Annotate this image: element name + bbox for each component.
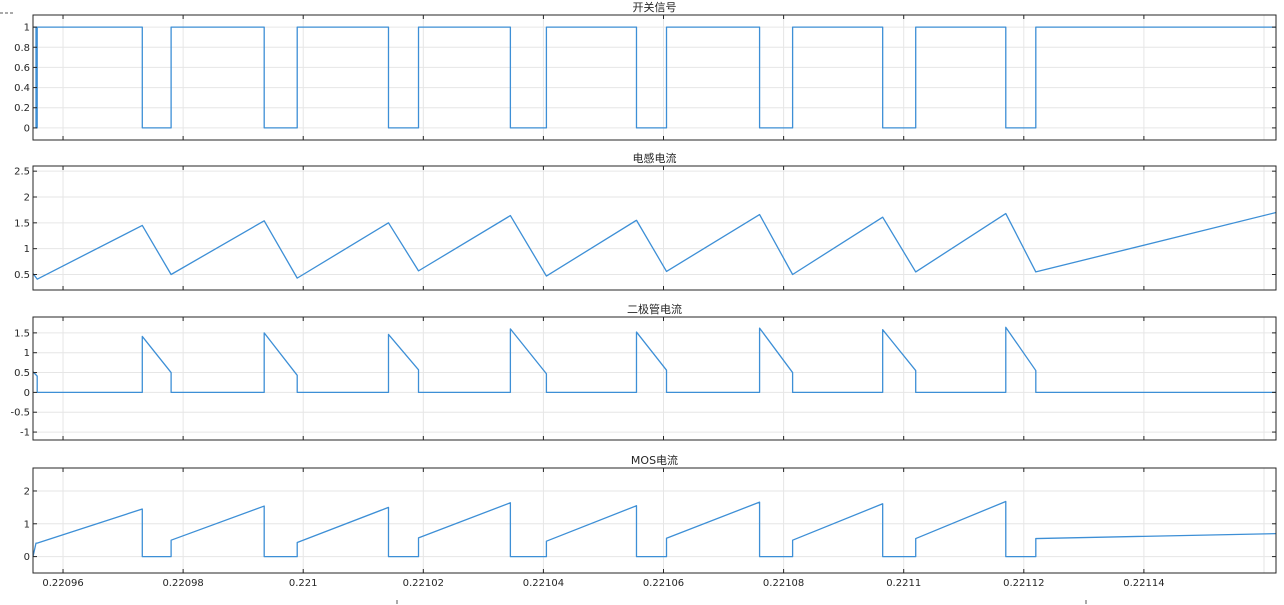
y-tick-label: 1.5 (14, 328, 30, 339)
y-tick-label: 1 (24, 348, 30, 359)
y-tick-label: 0.6 (14, 63, 30, 74)
x-tick-label: 0.22104 (523, 578, 564, 589)
subplot-title: 开关信号 (633, 0, 677, 14)
y-tick-label: 0 (24, 552, 30, 563)
subplot-2: 0.5 1 1.5 2 2.5 电感电流 (14, 151, 1277, 291)
x-tick-label: 0.22106 (643, 578, 684, 589)
y-tick-label: 0 (24, 388, 30, 399)
y-tick-label: 2 (24, 486, 30, 497)
x-tick-label: 0.22096 (42, 578, 83, 589)
x-tick-label: 0.22114 (1123, 578, 1164, 589)
x-tick-label: 0.22108 (763, 578, 804, 589)
x-tick-label: 0.22098 (162, 578, 203, 589)
y-tick-label: 0.2 (14, 103, 30, 114)
subplot-title: MOS电流 (631, 453, 678, 467)
subplot-3: -1 -0.5 0 0.5 1 1.5 二极管电流 (10, 302, 1277, 441)
y-tick-label: 1.5 (14, 218, 30, 229)
subplot-4: 0 1 2 MOS电流 0.22096 0.22098 0.221 0.22102 0.2210… (24, 453, 1277, 589)
y-tick-label: 0.5 (14, 368, 30, 379)
x-tick-label: 0.2211 (886, 578, 921, 589)
y-tick-label: 0.5 (14, 270, 30, 281)
figure: 0 0.2 0.4 0.6 0.8 1 开关信号 0.5 1 1.5 2 2.5 电感电流 -1 -0.5 0… (0, 0, 1277, 604)
x-tick-label: 0.221 (289, 578, 318, 589)
y-tick-label: 0 (24, 123, 30, 134)
y-tick-label: 0.4 (14, 83, 30, 94)
subplot-1: 0 0.2 0.4 0.6 0.8 1 开关信号 (14, 0, 1277, 141)
y-tick-label: 1 (24, 519, 30, 530)
x-tick-label: 0.22102 (403, 578, 444, 589)
y-tick-label: 2.5 (14, 167, 30, 178)
y-tick-label: -1 (20, 428, 30, 439)
plot-area (33, 468, 1276, 573)
subplot-title: 二极管电流 (627, 302, 682, 316)
y-tick-label: 1 (24, 244, 30, 255)
plot-area (33, 15, 1276, 140)
subplot-title: 电感电流 (633, 151, 677, 165)
y-tick-label: 0.8 (14, 43, 30, 54)
y-tick-label: 1 (24, 23, 30, 34)
plot-area (33, 166, 1276, 290)
y-tick-label: 2 (24, 193, 30, 204)
x-tick-label: 0.22112 (1003, 578, 1044, 589)
plot-area (33, 317, 1276, 440)
y-tick-label: -0.5 (10, 408, 30, 419)
